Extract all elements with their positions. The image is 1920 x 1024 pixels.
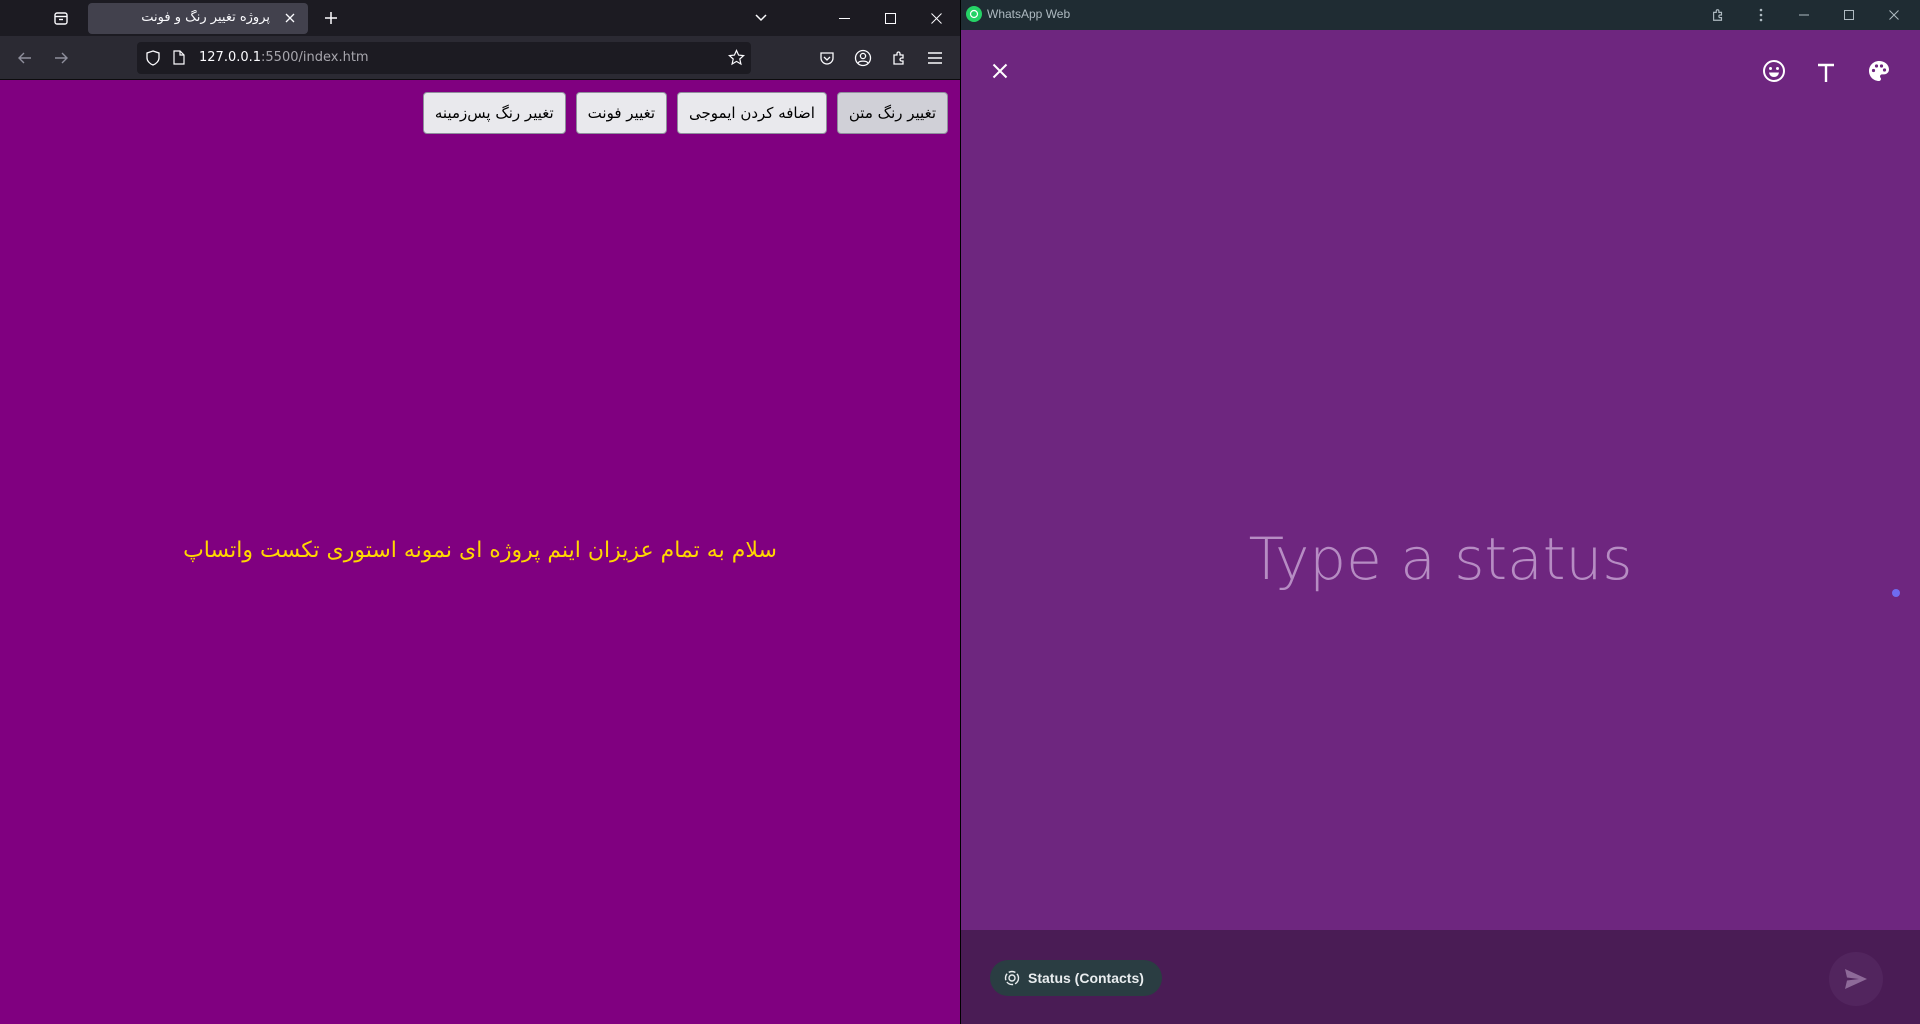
- whatsapp-logo-icon: [966, 6, 982, 22]
- forward-icon[interactable]: [47, 44, 75, 72]
- shield-icon[interactable]: [146, 50, 160, 70]
- back-icon[interactable]: [11, 44, 39, 72]
- add-emoji-button[interactable]: اضافه کردن ایموجی: [677, 92, 827, 134]
- text-caret: [1892, 589, 1900, 597]
- change-text-color-button[interactable]: تغییر رنگ متن: [836, 92, 948, 134]
- whatsapp-window-title: WhatsApp Web: [987, 7, 1071, 21]
- new-tab-icon[interactable]: [318, 6, 344, 30]
- firefox-window: پروژه تغییر رنگ و فونت 127.0.0.1:5500/in…: [0, 0, 960, 1024]
- composer-footer: Status (Contacts): [961, 930, 1920, 1024]
- url-text: 127.0.0.1:5500/index.htm: [199, 50, 369, 65]
- emoji-icon[interactable]: [1756, 53, 1792, 89]
- change-background-color-button[interactable]: تغییر رنگ پس‌زمینه: [422, 92, 566, 134]
- window-close-icon[interactable]: [921, 4, 951, 32]
- tab-active[interactable]: پروژه تغییر رنگ و فونت: [88, 3, 308, 34]
- status-text-input[interactable]: Type a status: [961, 525, 1920, 593]
- send-icon: [1845, 969, 1867, 989]
- page-icon[interactable]: [173, 50, 185, 69]
- text-font-icon[interactable]: [1808, 55, 1844, 91]
- menu-icon[interactable]: [921, 44, 949, 72]
- send-button[interactable]: [1829, 952, 1883, 1006]
- privacy-icon: [1004, 970, 1020, 986]
- url-bar[interactable]: 127.0.0.1:5500/index.htm: [137, 42, 751, 74]
- minimize-icon[interactable]: [829, 4, 859, 32]
- pocket-icon[interactable]: [813, 44, 841, 72]
- status-audience-button[interactable]: Status (Contacts): [990, 960, 1162, 996]
- story-text: سلام به تمام عزیزان اینم پروژه ای نمونه …: [183, 538, 777, 563]
- firefox-view-icon[interactable]: [48, 6, 74, 30]
- extensions-icon[interactable]: [885, 44, 913, 72]
- wa-window-close-icon[interactable]: [1879, 2, 1909, 28]
- whatsapp-title-bar: WhatsApp Web: [961, 0, 1920, 30]
- palette-icon[interactable]: [1861, 53, 1897, 89]
- wa-maximize-icon[interactable]: [1834, 2, 1864, 28]
- wa-more-options-icon[interactable]: [1746, 2, 1776, 28]
- maximize-icon[interactable]: [875, 4, 905, 32]
- account-icon[interactable]: [849, 44, 877, 72]
- tab-close-icon[interactable]: [280, 8, 300, 28]
- list-all-tabs-icon[interactable]: [746, 4, 776, 32]
- page-content: تغییر رنگ متن اضافه کردن ایموجی تغییر فو…: [0, 80, 960, 1024]
- close-icon[interactable]: [982, 53, 1018, 89]
- firefox-nav-bar: 127.0.0.1:5500/index.htm: [0, 36, 960, 80]
- status-composer[interactable]: Type a status: [961, 30, 1920, 930]
- tab-title: پروژه تغییر رنگ و فونت: [141, 10, 270, 25]
- control-buttons: تغییر رنگ متن اضافه کردن ایموجی تغییر فو…: [422, 92, 948, 134]
- wa-minimize-icon[interactable]: [1789, 2, 1819, 28]
- whatsapp-window: WhatsApp Web Type a status Status (Conta…: [961, 0, 1920, 1024]
- wa-extensions-icon[interactable]: [1703, 2, 1733, 28]
- audience-label: Status (Contacts): [1028, 970, 1144, 986]
- firefox-tab-bar: پروژه تغییر رنگ و فونت: [0, 0, 960, 36]
- bookmark-star-icon[interactable]: [727, 49, 746, 70]
- change-font-button[interactable]: تغییر فونت: [575, 92, 668, 134]
